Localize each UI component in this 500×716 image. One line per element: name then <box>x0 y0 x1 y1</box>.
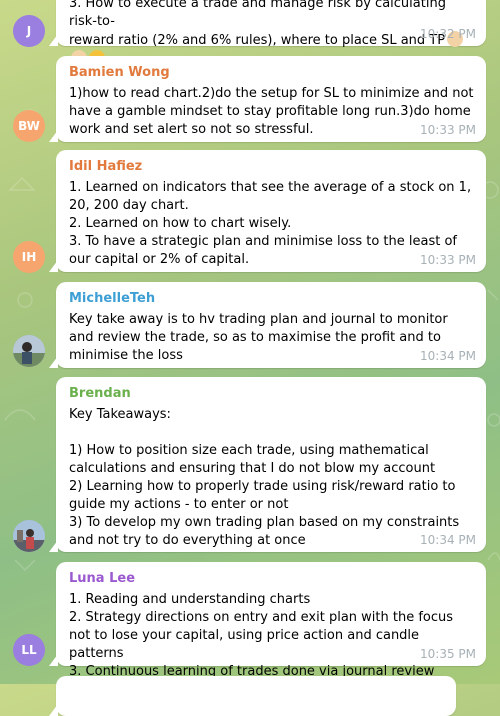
message-text: Key Takeaways: 1) How to position size e… <box>69 407 460 548</box>
message-text: Key take away is to hv trading plan and … <box>69 312 448 363</box>
message-bubble[interactable]: MichelleTeh Key take away is to hv tradi… <box>49 282 486 368</box>
message-text: 1. Reading and understanding charts 2. S… <box>69 592 454 679</box>
message-bubble[interactable]: Bamien Wong 1)how to read chart.2)do the… <box>49 56 486 142</box>
message-time: 10:34 PM <box>420 533 476 547</box>
avatar[interactable]: J <box>13 15 45 47</box>
avatar-photo[interactable] <box>13 335 45 367</box>
sender-name[interactable]: Bamien Wong <box>69 64 474 82</box>
message-bubble[interactable]: Brendan Key Takeaways: 1) How to positio… <box>49 377 486 552</box>
message-bubble[interactable]: Idil Hafiez 1. Learned on indicators tha… <box>49 150 486 272</box>
person-photo-icon <box>13 520 45 552</box>
avatar[interactable]: LL <box>13 634 45 666</box>
message-time: 10:33 PM <box>420 123 476 137</box>
message-time: 10:33 PM <box>420 253 476 267</box>
message-time: 10:32 PM <box>420 27 476 41</box>
message-bubble[interactable] <box>49 676 456 716</box>
avatar[interactable]: IH <box>13 241 45 273</box>
message-text: 1. Learned on indicators that see the av… <box>69 180 472 267</box>
sender-name[interactable]: Idil Hafiez <box>69 158 474 176</box>
person-photo-icon <box>13 335 45 367</box>
message-time: 10:34 PM <box>420 349 476 363</box>
message-bubble[interactable]: 3. How to execute a trade and manage ris… <box>49 0 486 66</box>
avatar-photo[interactable] <box>13 520 45 552</box>
sender-name[interactable]: Brendan <box>69 385 474 403</box>
avatar[interactable]: BW <box>13 110 45 142</box>
sender-name[interactable]: MichelleTeh <box>69 290 474 308</box>
message-text: 1)how to read chart.2)do the setup for S… <box>69 86 474 137</box>
message-time: 10:35 PM <box>420 647 476 661</box>
message-bubble[interactable]: Luna Lee 1. Reading and understanding ch… <box>49 562 486 679</box>
sender-name[interactable]: Luna Lee <box>69 570 474 588</box>
